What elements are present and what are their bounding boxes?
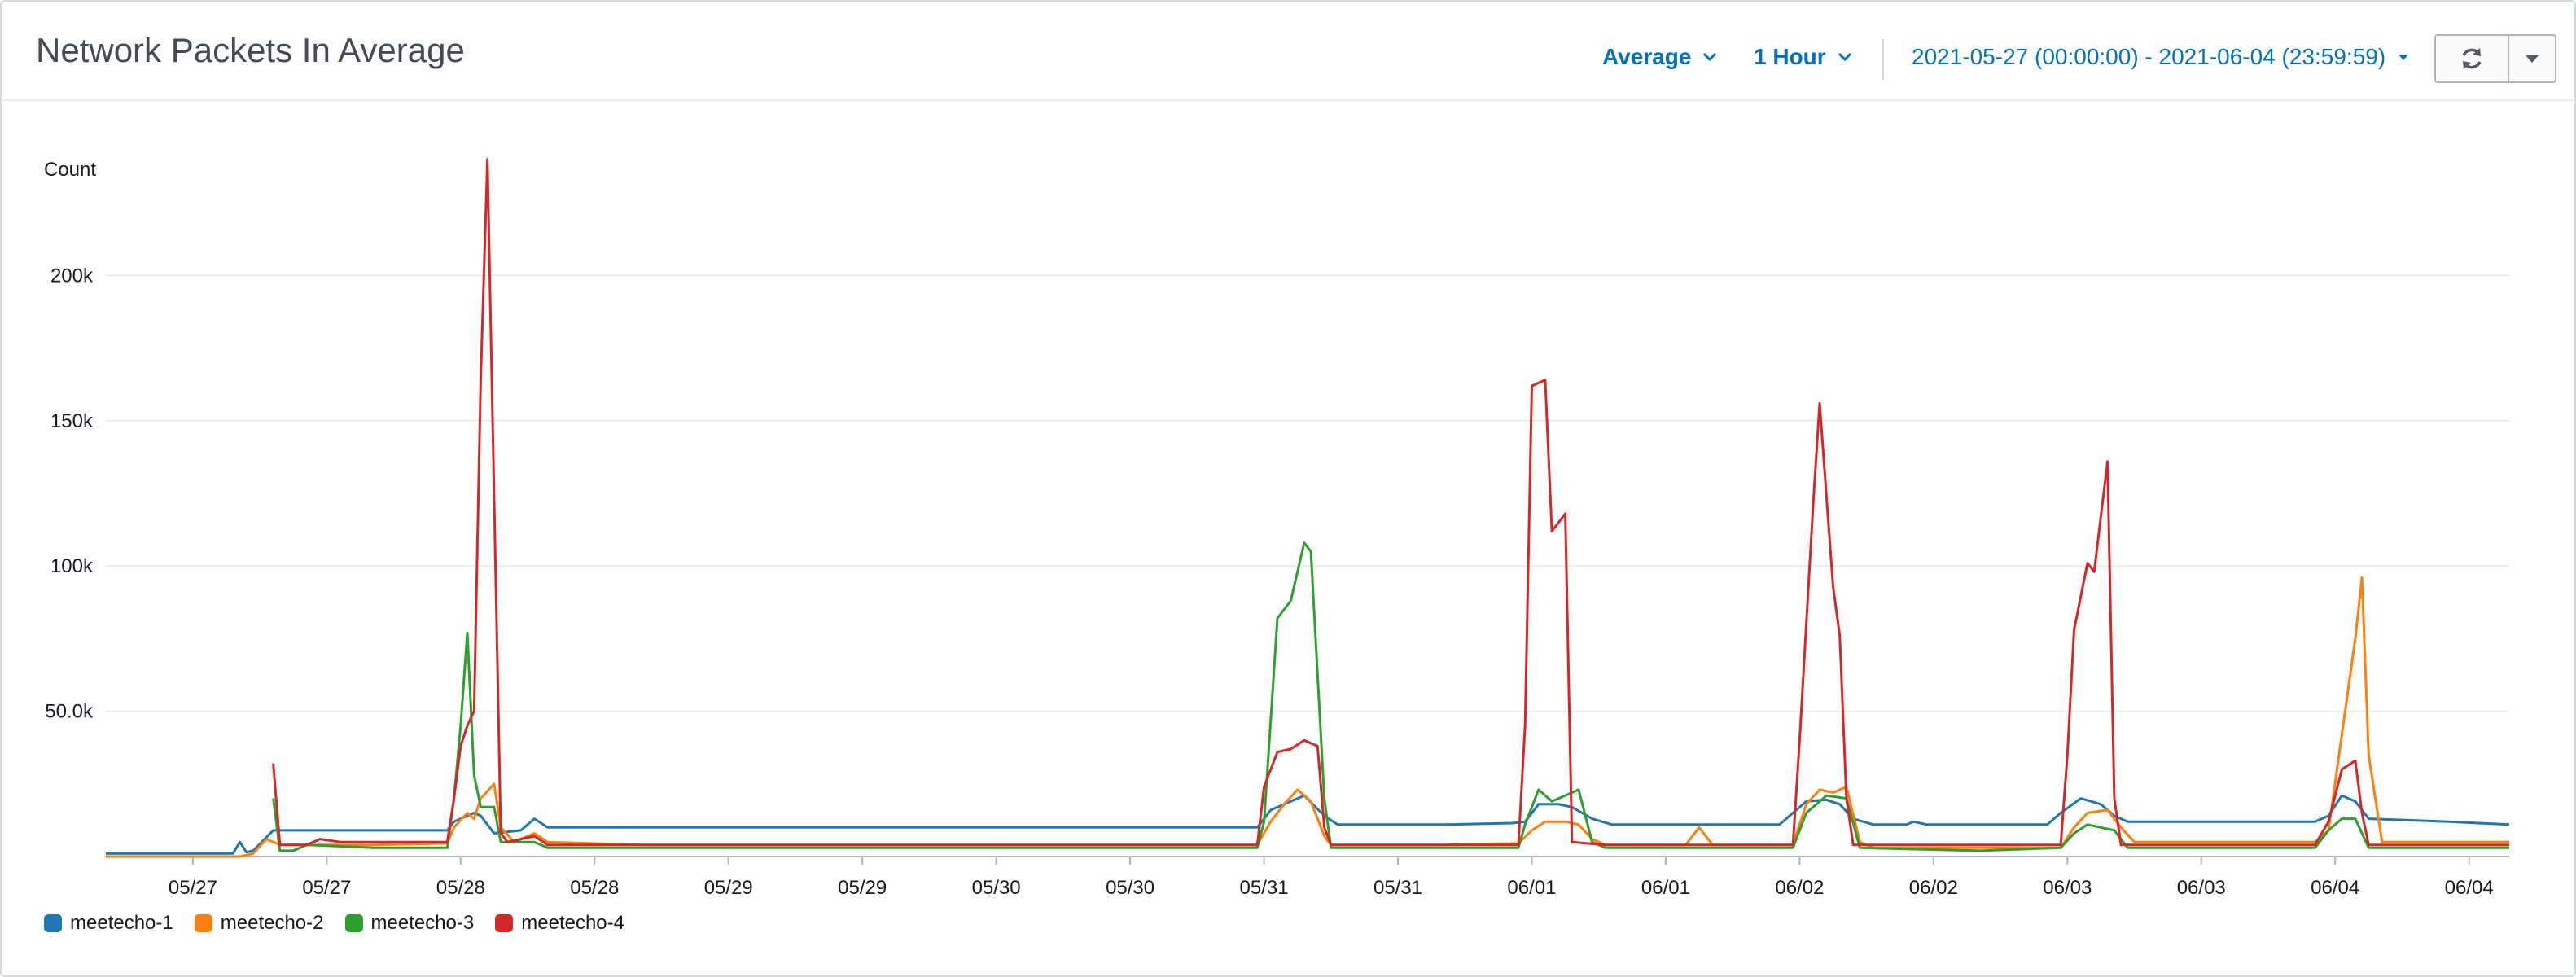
x-tick-label: 05/31 bbox=[1373, 877, 1422, 899]
legend-label: meetecho-2 bbox=[220, 912, 324, 934]
x-tick-label: 06/04 bbox=[2445, 877, 2494, 899]
x-axis-ticks: 05/27 05/27 05/28 05/28 05/29 05/29 05/30 05/30… bbox=[169, 857, 2494, 899]
x-tick-label: 06/01 bbox=[1507, 877, 1556, 899]
series-line-meetecho-2 bbox=[106, 576, 2509, 858]
y-axis-ticks: 50.0k 100k 150k 200k bbox=[45, 265, 94, 722]
y-tick-label: 150k bbox=[50, 410, 94, 432]
legend-swatch bbox=[344, 914, 363, 932]
series-line-meetecho-4 bbox=[272, 158, 2509, 847]
x-tick-label: 05/30 bbox=[972, 877, 1021, 899]
series-lines bbox=[106, 158, 2510, 858]
legend-item-meetecho-4[interactable]: meetecho-4 bbox=[495, 912, 624, 935]
x-tick-label: 06/03 bbox=[2043, 877, 2092, 899]
x-tick-label: 05/28 bbox=[436, 877, 485, 899]
legend-label: meetecho-4 bbox=[521, 912, 624, 934]
x-tick-label: 06/02 bbox=[1775, 877, 1824, 899]
x-tick-label: 06/03 bbox=[2177, 877, 2226, 899]
y-tick-label: 200k bbox=[50, 265, 94, 287]
legend-label: meetecho-3 bbox=[370, 912, 475, 934]
x-tick-label: 05/29 bbox=[704, 877, 753, 899]
x-tick-label: 06/01 bbox=[1641, 877, 1690, 899]
x-tick-label: 05/29 bbox=[838, 877, 887, 899]
x-tick-label: 05/27 bbox=[169, 877, 217, 899]
line-chart: Count 50.0k100k150k200k 05/27 05/27 05/28 0… bbox=[44, 158, 2510, 899]
x-tick-label: 05/31 bbox=[1240, 877, 1289, 899]
legend-item-meetecho-1[interactable]: meetecho-1 bbox=[44, 912, 173, 935]
legend-swatch bbox=[194, 914, 212, 932]
legend-label: meetecho-1 bbox=[70, 912, 173, 934]
legend-item-meetecho-3[interactable]: meetecho-3 bbox=[344, 912, 475, 935]
y-axis-label: Count bbox=[44, 159, 96, 181]
x-tick-label: 06/04 bbox=[2311, 877, 2359, 899]
widget-panel: Network Packets In Average Average 1 Hou… bbox=[0, 0, 2576, 977]
x-tick-label: 05/27 bbox=[302, 877, 351, 899]
legend-swatch bbox=[44, 914, 62, 932]
legend-item-meetecho-2[interactable]: meetecho-2 bbox=[194, 912, 324, 935]
x-tick-label: 05/28 bbox=[570, 877, 619, 899]
x-tick-label: 05/30 bbox=[1106, 877, 1154, 899]
x-tick-label: 06/02 bbox=[1909, 877, 1958, 899]
legend-swatch bbox=[495, 914, 514, 932]
chart-legend: meetecho-1 meetecho-2 meetecho-3 meetecho-4 bbox=[44, 912, 624, 935]
series-line-meetecho-3 bbox=[272, 541, 2509, 852]
y-tick-label: 50.0k bbox=[45, 701, 94, 723]
y-tick-label: 100k bbox=[50, 555, 94, 577]
